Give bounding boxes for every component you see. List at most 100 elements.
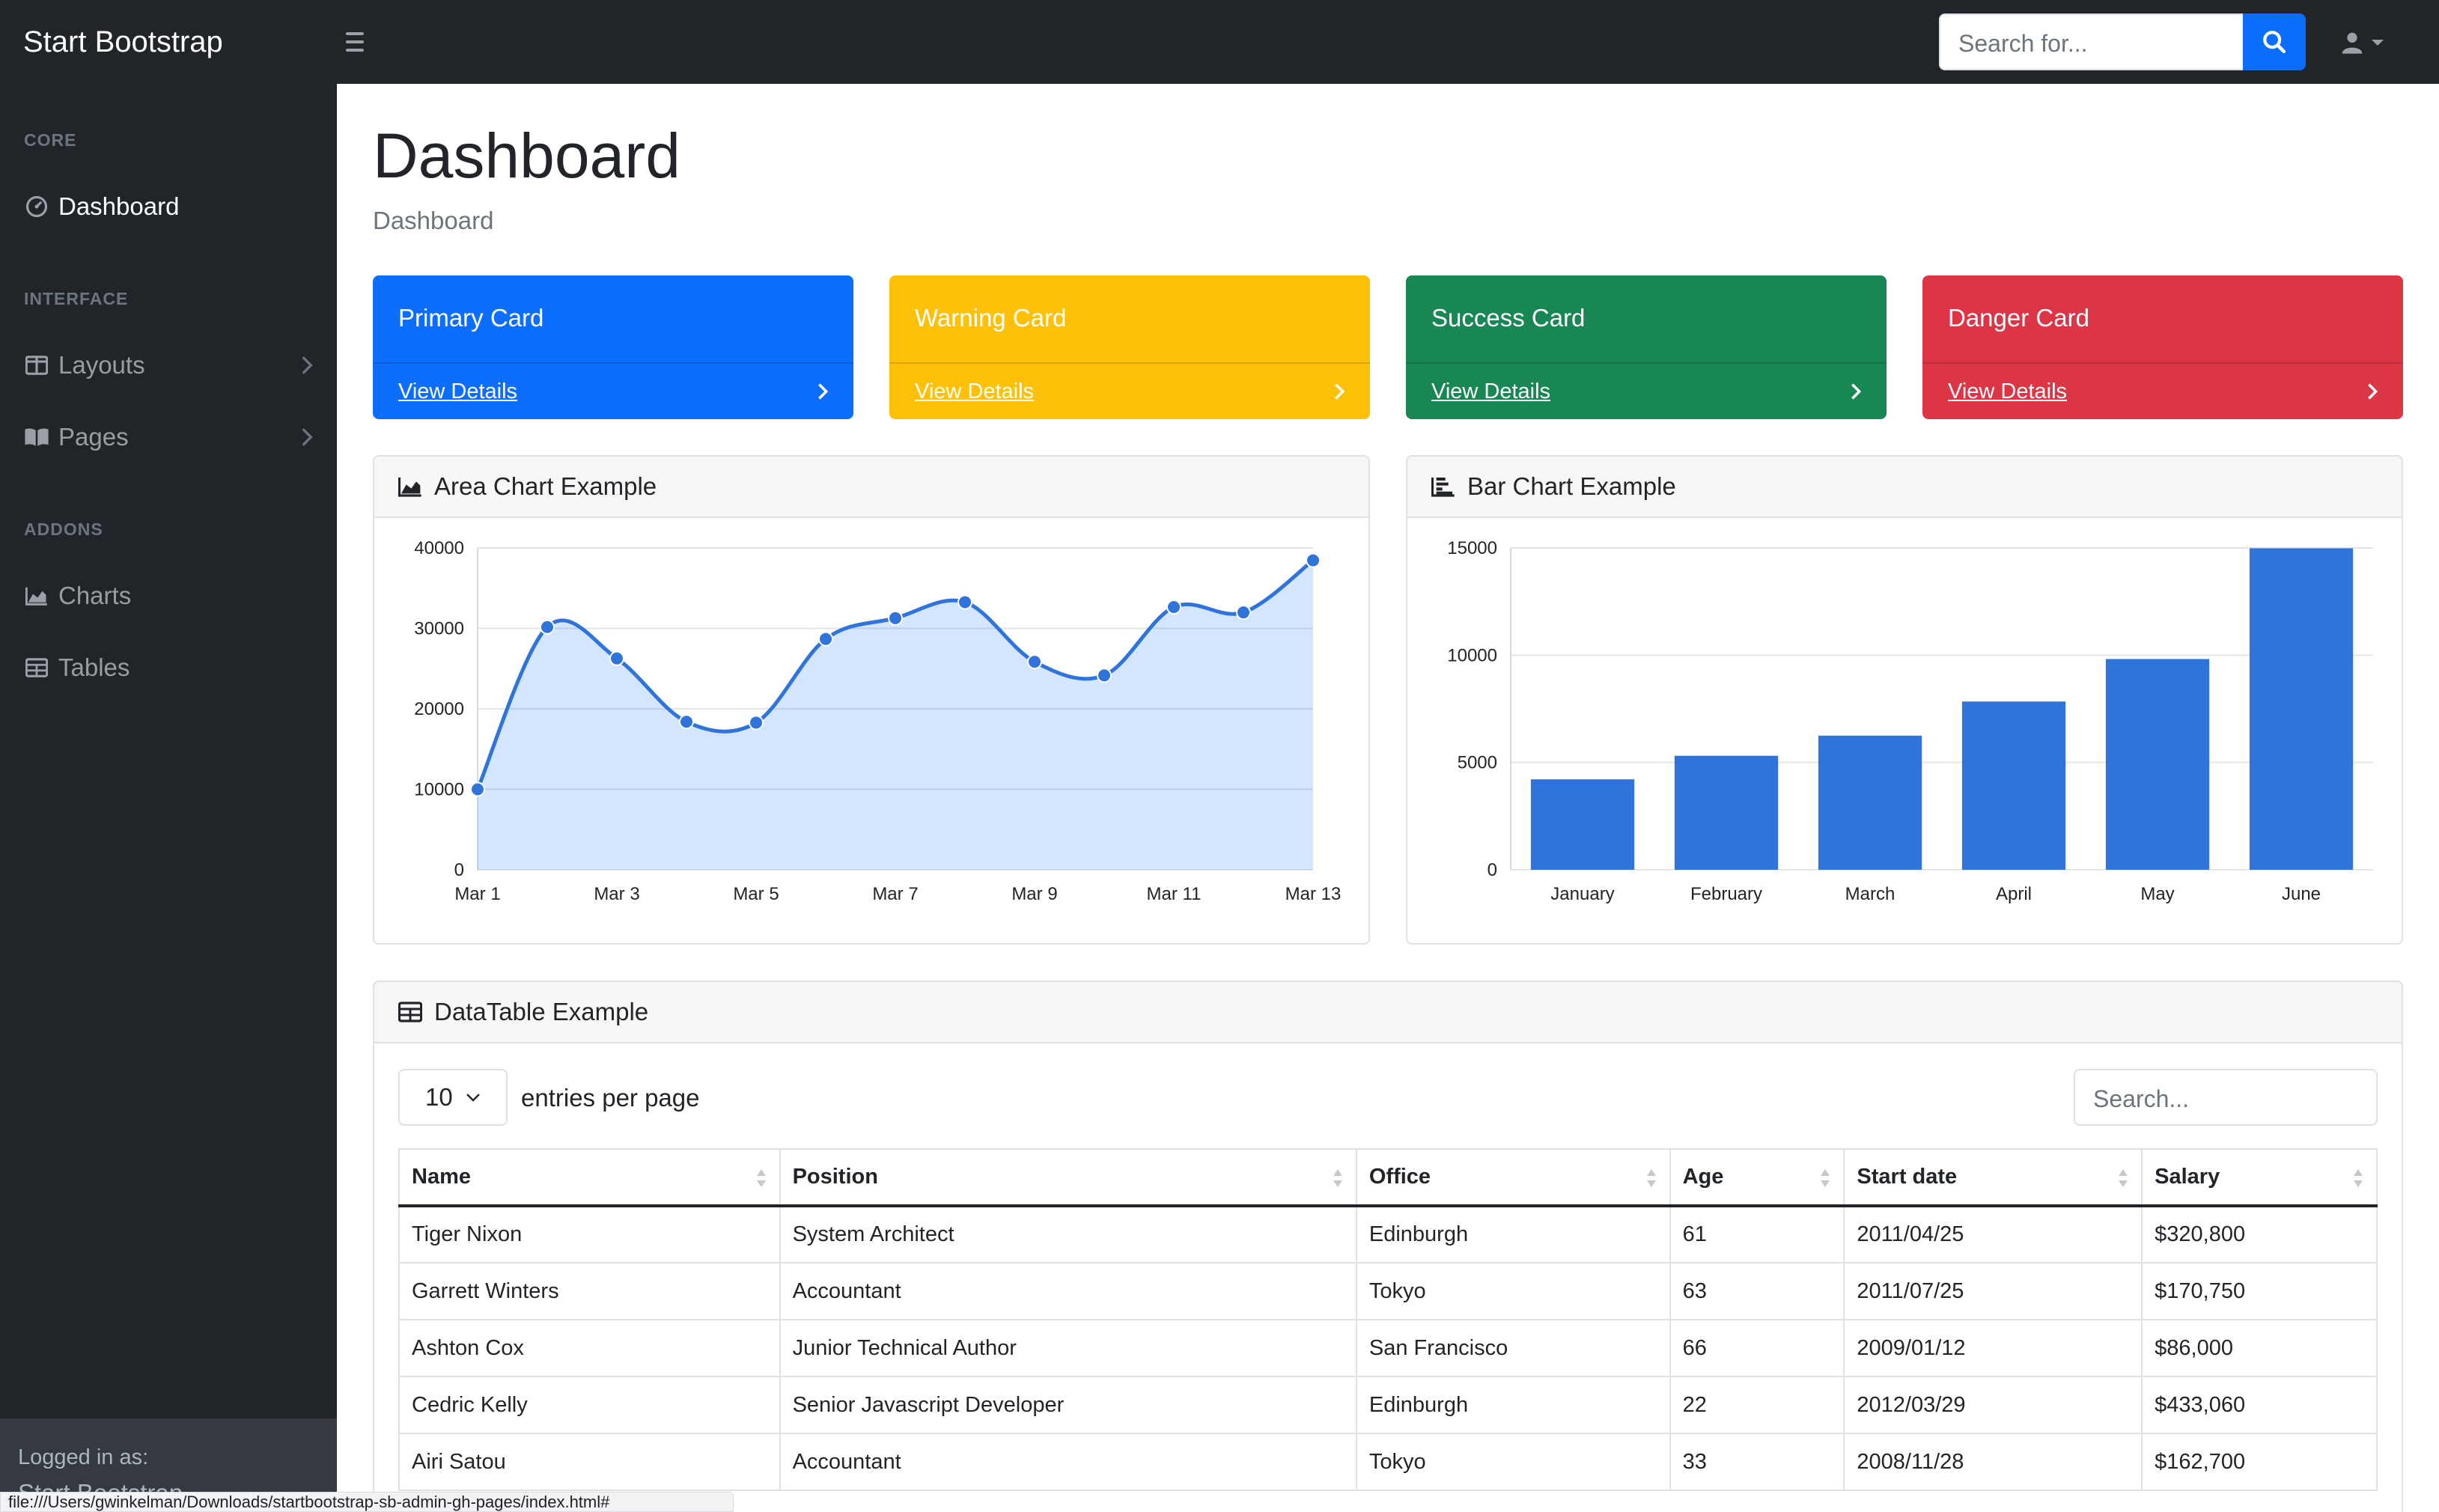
primary-card: Primary Card View Details	[373, 275, 853, 419]
sidebar-item-tables[interactable]: Tables	[0, 644, 337, 692]
column-header[interactable]: Salary	[2141, 1148, 2378, 1207]
book-open-icon	[24, 424, 49, 450]
column-header-label: Age	[1682, 1165, 1724, 1189]
card-footer: View Details	[373, 362, 853, 419]
x-tick-label: Mar 1	[454, 884, 500, 904]
warning-card: Warning Card View Details	[889, 275, 1370, 419]
page-title: Dashboard	[373, 121, 680, 191]
chevron-right-icon	[2368, 383, 2378, 400]
card-header-title: Area Chart Example	[434, 472, 657, 500]
view-details-link[interactable]: View Details	[915, 379, 1034, 404]
top-navbar: Start Bootstrap Search for...	[0, 0, 2439, 84]
navbar-search: Search for...	[1939, 13, 2306, 70]
x-tick-label: Mar 11	[1147, 884, 1202, 904]
card-footer: View Details	[889, 362, 1370, 419]
view-details-link[interactable]: View Details	[398, 379, 517, 404]
chevron-right-icon	[818, 383, 828, 400]
card-header: Area Chart Example	[374, 457, 1368, 518]
table-cell: $433,060	[2141, 1376, 2378, 1434]
column-header-label: Office	[1368, 1165, 1431, 1189]
data-point	[749, 715, 764, 731]
table-cell: Airi Satou	[398, 1433, 781, 1491]
sidebar-heading-interface: Interface	[24, 289, 129, 308]
navbar-search-button[interactable]	[2243, 13, 2306, 70]
column-header[interactable]: Age	[1669, 1148, 1845, 1207]
table-cell: Edinburgh	[1355, 1376, 1671, 1434]
table-cell: System Architect	[779, 1205, 1357, 1263]
view-details-link[interactable]: View Details	[1948, 379, 2067, 404]
x-tick-label: Mar 3	[594, 884, 639, 904]
table-cell: $162,700	[2141, 1433, 2378, 1491]
x-tick-label: June	[2282, 884, 2321, 904]
table-cell: $86,000	[2141, 1319, 2378, 1377]
card-header: DataTable Example	[374, 982, 2402, 1043]
card-header-title: DataTable Example	[434, 998, 649, 1025]
table-cell: $170,750	[2141, 1262, 2378, 1320]
sidebar: Core Dashboard Interface Layouts Pages A…	[0, 84, 337, 1512]
table-cell: 61	[1669, 1205, 1845, 1263]
datatable-controls: 10 entries per page Search...	[398, 1069, 2378, 1126]
table-cell: Ashton Cox	[398, 1319, 781, 1377]
table-cell: 2012/03/29	[1843, 1376, 2143, 1434]
datatable-card: DataTable Example 10 entries per page Se…	[373, 981, 2403, 1512]
view-details-link[interactable]: View Details	[1431, 379, 1550, 404]
table-cell: 2011/04/25	[1843, 1205, 2143, 1263]
data-point	[1097, 668, 1112, 683]
tachometer-icon	[24, 194, 49, 219]
sidebar-heading-addons: Addons	[24, 519, 103, 539]
navbar-search-input[interactable]: Search for...	[1939, 13, 2243, 70]
chevron-right-icon	[302, 356, 313, 374]
logged-in-label: Logged in as:	[18, 1445, 149, 1469]
bar-chart: 0 5000 10000 15000 January February March April…	[1447, 538, 2373, 904]
page-size-select[interactable]: 10	[398, 1069, 508, 1126]
sidebar-heading-core: Core	[24, 130, 77, 150]
y-tick-label: 5000	[1458, 753, 1497, 773]
bar-chart-card: Bar Chart Example 0 5000 10000 15000 January…	[1406, 455, 2403, 945]
sidebar-item-layouts[interactable]: Layouts	[0, 341, 337, 389]
sidebar-item-label: Layouts	[58, 351, 145, 379]
success-card: Success Card View Details	[1406, 275, 1887, 419]
hamburger-icon	[346, 32, 364, 35]
column-header[interactable]: Start date	[1843, 1148, 2143, 1207]
column-header[interactable]: Office	[1355, 1148, 1671, 1207]
sidebar-item-dashboard[interactable]: Dashboard	[0, 183, 337, 231]
brand-logo[interactable]: Start Bootstrap	[23, 22, 223, 61]
chart-bar-icon	[1431, 474, 1457, 499]
area-chart: 0 10000 20000 30000 40000 Mar 1 Mar 3 Mar 5 Mar …	[414, 538, 1342, 904]
column-header-label: Position	[792, 1165, 878, 1189]
search-icon	[2263, 31, 2286, 54]
danger-card: Danger Card View Details	[1922, 275, 2403, 419]
sort-icon	[2354, 1169, 2363, 1187]
table-cell: 22	[1669, 1376, 1845, 1434]
area-fill	[478, 560, 1313, 870]
chevron-down-icon	[466, 1094, 480, 1102]
area-chart-card: Area Chart Example 0 10000 20000 30000 40000…	[373, 455, 1370, 945]
table-cell: 2008/11/28	[1843, 1433, 2143, 1491]
user-dropdown[interactable]	[2340, 27, 2393, 58]
sort-icon	[756, 1169, 766, 1187]
column-header-label: Salary	[2155, 1165, 2220, 1189]
chart-area-icon	[398, 474, 424, 499]
bar	[2249, 548, 2354, 870]
x-tick-label: Mar 5	[733, 884, 779, 904]
table-row: Ashton Cox Junior Technical Author San Fra…	[398, 1319, 2378, 1377]
page-size-value: 10	[425, 1083, 453, 1111]
sidebar-item-charts[interactable]: Charts	[0, 572, 337, 620]
table-cell: Tokyo	[1355, 1433, 1671, 1491]
table-cell: Accountant	[779, 1262, 1357, 1320]
column-header[interactable]: Position	[779, 1148, 1357, 1207]
table-cell: 2011/07/25	[1843, 1262, 2143, 1320]
sort-icon	[2119, 1169, 2128, 1187]
bar	[1818, 735, 1922, 870]
card-footer: View Details	[1406, 362, 1887, 419]
x-tick-label: Mar 13	[1285, 884, 1342, 904]
table-cell: Tiger Nixon	[398, 1205, 781, 1263]
column-header[interactable]: Name	[398, 1148, 781, 1207]
caret-down-icon	[2372, 40, 2384, 46]
data-point	[888, 610, 903, 626]
table-search-input[interactable]: Search...	[2074, 1069, 2378, 1126]
sidebar-toggle-button[interactable]	[346, 27, 373, 57]
browser-status-url: file:///Users/gwinkelman/Downloads/start…	[0, 1492, 734, 1512]
sidebar-item-label: Pages	[58, 423, 129, 451]
sidebar-item-pages[interactable]: Pages	[0, 413, 337, 461]
